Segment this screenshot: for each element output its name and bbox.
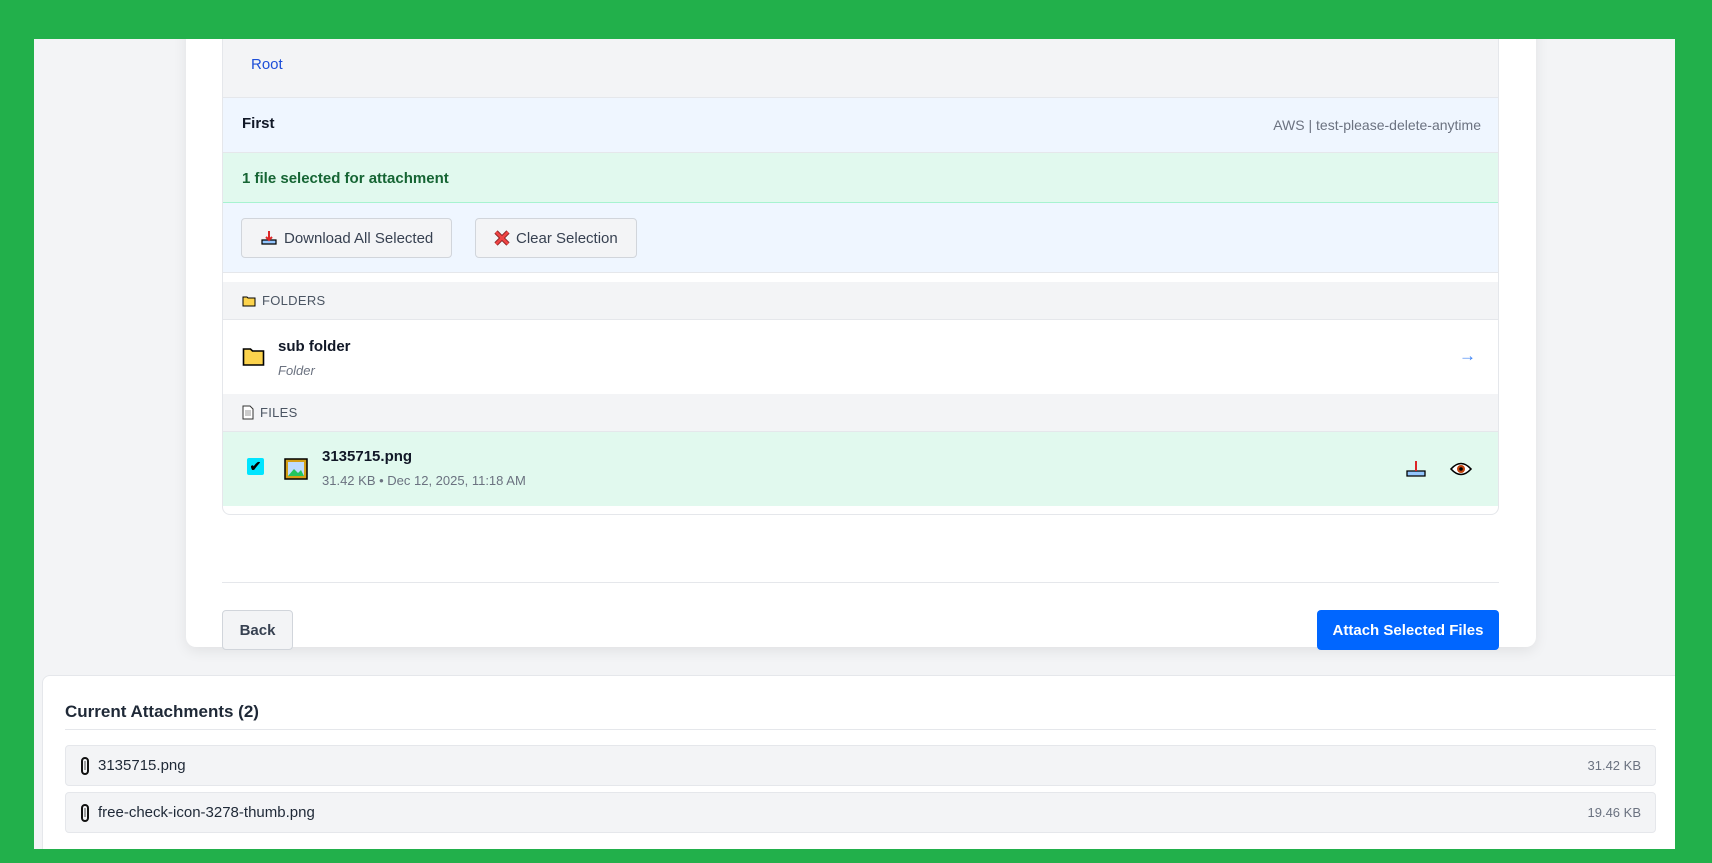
cross-icon [494, 230, 510, 246]
divider [65, 729, 1656, 730]
file-name: 3135715.png [322, 448, 413, 465]
attachment-name: 3135715.png [98, 757, 186, 774]
eye-preview-icon[interactable] [1450, 461, 1472, 477]
attachment-item[interactable]: 3135715.png 31.42 KB [65, 745, 1656, 786]
attachment-item[interactable]: free-check-icon-3278-thumb.png 19.46 KB [65, 792, 1656, 833]
storage-source: AWS | test-please-delete-anytime [1273, 117, 1481, 133]
divider [222, 582, 1499, 583]
current-folder-title: First [242, 115, 275, 132]
download-icon[interactable] [1405, 460, 1427, 478]
location-header: First AWS | test-please-delete-anytime [223, 98, 1498, 153]
file-meta: 31.42 KB • Dec 12, 2025, 11:18 AM [322, 473, 526, 488]
arrow-right-icon[interactable]: → [1459, 346, 1476, 366]
attachment-size: 31.42 KB [1587, 758, 1642, 773]
folder-icon [242, 348, 265, 366]
folder-name: sub folder [278, 338, 351, 355]
attachments-title: Current Attachments (2) [65, 702, 259, 721]
file-checkbox[interactable]: ✔ [247, 458, 264, 475]
folders-header-label: FOLDERS [262, 293, 326, 308]
file-picker-modal: Root First AWS | test-please-delete-anyt… [186, 39, 1536, 650]
page-viewport: Root First AWS | test-please-delete-anyt… [34, 39, 1675, 849]
file-browser-panel: Root First AWS | test-please-delete-anyt… [222, 39, 1499, 515]
breadcrumb-root-link[interactable]: Root [251, 56, 283, 73]
paperclip-icon [81, 756, 89, 775]
paperclip-icon [81, 803, 89, 822]
download-all-selected-button[interactable]: Download All Selected [241, 218, 453, 258]
back-button[interactable]: Back [222, 610, 293, 650]
files-section-header: FILES [223, 394, 1498, 432]
selection-banner: 1 file selected for attachment [223, 153, 1498, 203]
clear-selection-button[interactable]: Clear Selection [475, 218, 637, 258]
files-header-label: FILES [260, 405, 298, 420]
current-attachments-card: Current Attachments (2) 3135715.png 31.4… [42, 675, 1675, 849]
folder-type: Folder [278, 363, 315, 378]
attachment-name: free-check-icon-3278-thumb.png [98, 804, 315, 821]
selection-count-text: 1 file selected for attachment [242, 170, 449, 187]
attachment-size: 19.46 KB [1587, 805, 1642, 820]
folder-row[interactable]: sub folder Folder → [223, 320, 1498, 394]
clear-selection-label: Clear Selection [516, 229, 618, 247]
document-icon [242, 405, 254, 420]
attach-selected-files-button[interactable]: Attach Selected Files [1317, 610, 1499, 650]
download-all-label: Download All Selected [284, 229, 434, 247]
file-row[interactable]: ✔ 3135715.png 31.42 KB • Dec 12, 2025, 1… [223, 432, 1498, 506]
folders-section-header: FOLDERS [223, 282, 1498, 320]
breadcrumb: Root [223, 39, 1498, 98]
image-file-icon [284, 458, 308, 480]
download-icon [261, 231, 277, 245]
bulk-actions: Download All Selected Clear Selection [223, 203, 1498, 273]
folder-icon [242, 296, 256, 306]
